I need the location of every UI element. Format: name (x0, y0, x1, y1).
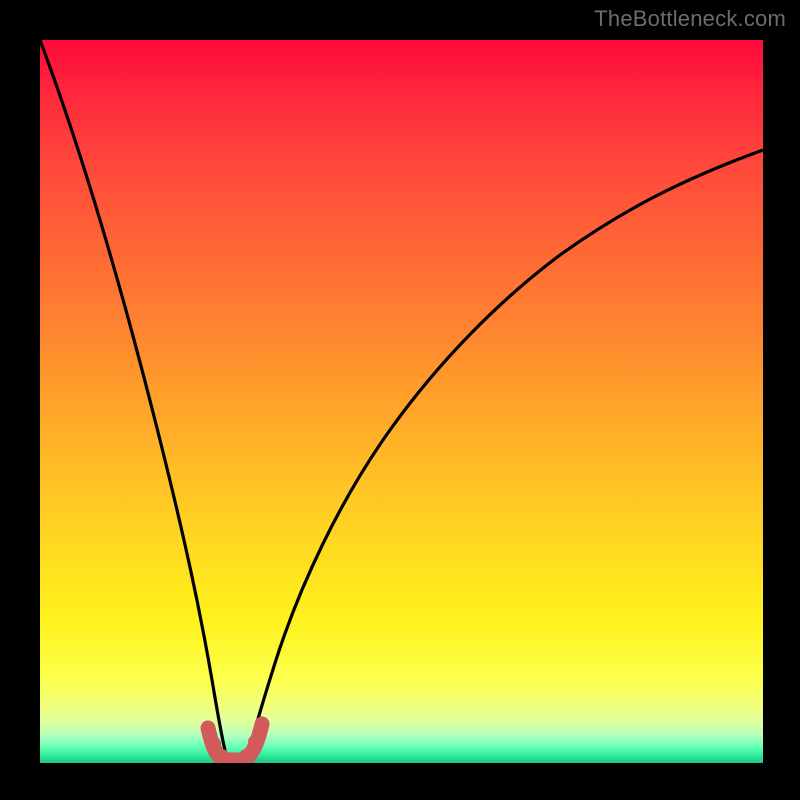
line-chart-svg (40, 40, 763, 763)
chart-frame: TheBottleneck.com (0, 0, 800, 800)
watermark-text: TheBottleneck.com (594, 6, 786, 32)
bottleneck-curve-path (40, 40, 763, 760)
plot-area (40, 40, 763, 763)
